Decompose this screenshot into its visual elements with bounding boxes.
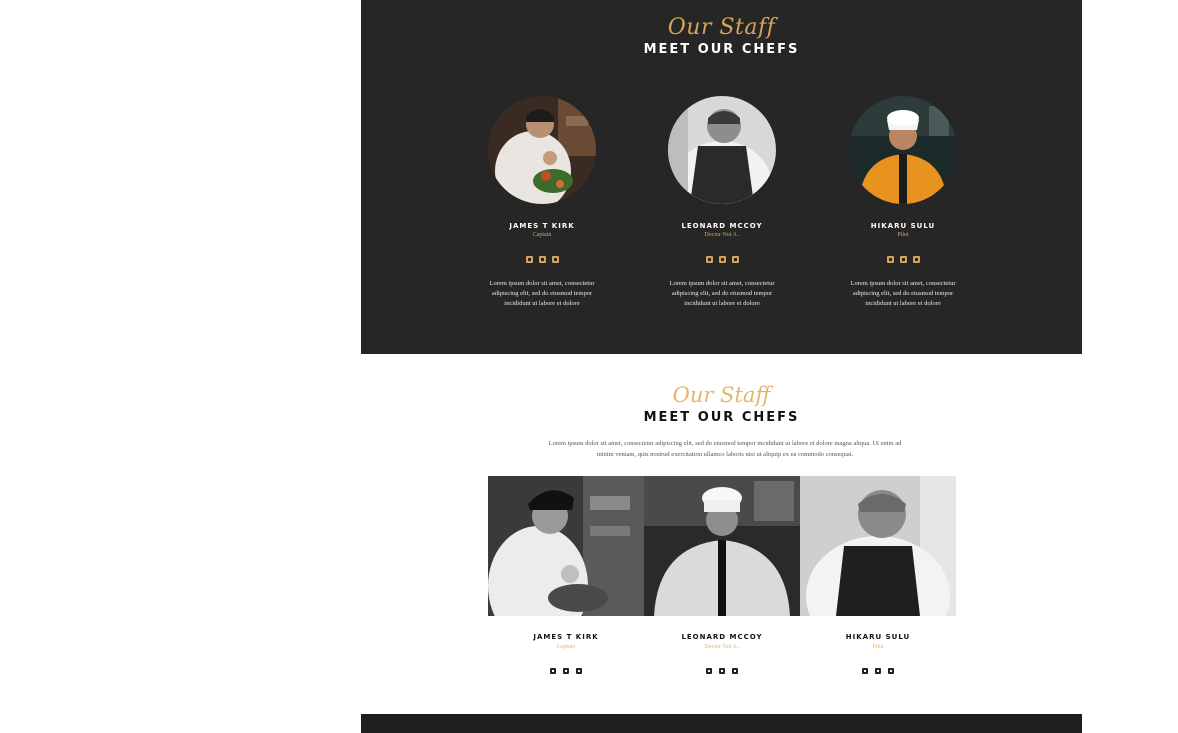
chef-role: Captain [556, 644, 576, 650]
chef-photo [849, 96, 957, 204]
instagram-icon[interactable] [912, 256, 920, 263]
instagram-icon[interactable] [551, 256, 559, 263]
linkedin-icon[interactable] [538, 256, 546, 263]
instagram-icon[interactable] [576, 668, 582, 674]
chef-photo [488, 96, 596, 204]
chef-name: LEONARD MCCOY [681, 633, 763, 641]
chef-name: HIKARU SULU [845, 633, 911, 641]
chef-card: JAMES T KIRK Captain Lorem ipsum dolor s… [452, 96, 632, 309]
chef-card: JAMES T KIRK Captain [488, 633, 644, 674]
facebook-icon[interactable] [550, 668, 556, 674]
social-links [813, 256, 993, 263]
chef-bio: Lorem ipsum dolor sit amet, consectetur … [489, 280, 595, 307]
chef-card: HIKARU SULU Pilot Lorem ipsum dolor sit … [813, 96, 993, 309]
chef-role: Captain [532, 232, 552, 238]
chef-role: Doctor Not A . [704, 644, 740, 650]
chef-plating-photo [488, 96, 596, 204]
chef-photo [668, 96, 776, 204]
chef-name: JAMES T KIRK [509, 222, 575, 230]
facebook-icon[interactable] [705, 256, 713, 263]
facebook-icon[interactable] [862, 668, 868, 674]
social-links [452, 256, 632, 263]
chef-apron-bw-photo [800, 476, 956, 616]
chef-plating-bw-photo [488, 476, 644, 616]
section-title: MEET OUR CHEFS [643, 410, 800, 425]
section-script-title: Our Staff [667, 15, 776, 40]
social-links [800, 668, 956, 674]
chef-card: LEONARD MCCOY Doctor Not A . Lorem ipsum… [632, 96, 812, 309]
chef-role: Pilot [897, 232, 909, 238]
chef-role: Pilot [872, 644, 884, 650]
linkedin-icon[interactable] [563, 668, 569, 674]
chef-white-jacket-bw-photo [644, 476, 800, 616]
chef-name: HIKARU SULU [870, 222, 936, 230]
instagram-icon[interactable] [731, 256, 739, 263]
social-links [632, 256, 812, 263]
instagram-icon[interactable] [732, 668, 738, 674]
linkedin-icon[interactable] [719, 668, 725, 674]
linkedin-icon[interactable] [875, 668, 881, 674]
social-links [488, 668, 644, 674]
section-script-title: Our Staff [672, 383, 771, 407]
facebook-icon[interactable] [706, 668, 712, 674]
chef-bio: Lorem ipsum dolor sit amet, consectetur … [850, 280, 956, 307]
facebook-icon[interactable] [525, 256, 533, 263]
instagram-icon[interactable] [888, 668, 894, 674]
section-title: MEET OUR CHEFS [643, 42, 800, 57]
chef-card: LEONARD MCCOY Doctor Not A . [644, 633, 800, 674]
facebook-icon[interactable] [886, 256, 894, 263]
chef-photo [644, 476, 800, 616]
chef-orange-jacket-photo [849, 96, 957, 204]
next-section-strip [361, 714, 1082, 733]
page: Our Staff MEET OUR CHEFS JAMES T KIRK Ca… [0, 0, 1178, 733]
chef-name: JAMES T KIRK [533, 633, 599, 641]
chef-card: HIKARU SULU Pilot [800, 633, 956, 674]
chef-apron-photo [668, 96, 776, 204]
chef-photo [800, 476, 956, 616]
linkedin-icon[interactable] [899, 256, 907, 263]
chef-photo [488, 476, 644, 616]
chef-role: Doctor Not A . [704, 232, 740, 238]
chef-bio: Lorem ipsum dolor sit amet, consectetur … [669, 280, 775, 307]
linkedin-icon[interactable] [718, 256, 726, 263]
chef-name: LEONARD MCCOY [681, 222, 763, 230]
section-intro: Lorem ipsum dolor sit amet, consectetur … [548, 440, 902, 458]
social-links [644, 668, 800, 674]
dark-team-section: Our Staff MEET OUR CHEFS JAMES T KIRK Ca… [361, 0, 1082, 354]
